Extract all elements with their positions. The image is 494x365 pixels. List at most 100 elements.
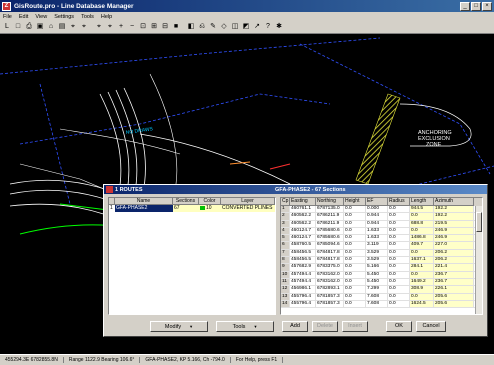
grid-cell[interactable]: 1649.2: [410, 278, 434, 286]
grid-cell[interactable]: 460562.2: [290, 220, 316, 227]
grid-cell[interactable]: 6785680.6: [316, 227, 344, 235]
grid-cell[interactable]: 460124.7: [290, 227, 316, 235]
grid-cell[interactable]: 460761.1: [290, 206, 316, 213]
grid-cell[interactable]: 1.633: [366, 227, 388, 235]
toolbar-tool-icon[interactable]: ⌖: [94, 22, 104, 32]
toolbar-tool-icon[interactable]: ⊡: [138, 22, 148, 32]
grid-cell[interactable]: 6784817.8: [316, 257, 344, 264]
grid-cell[interactable]: 221.4: [434, 264, 474, 271]
grid-cell[interactable]: 0.0: [344, 213, 366, 220]
table-row[interactable]: 5 460124.7 6785680.6 0.0 1.633 0.0 1486.8 246.9: [281, 235, 482, 243]
add-button[interactable]: Add: [282, 321, 308, 332]
toolbar-tool-icon[interactable]: +: [116, 22, 126, 32]
grid-cell[interactable]: 227.0: [434, 242, 474, 249]
grid-cell[interactable]: 0.000: [366, 206, 388, 213]
grid-cell[interactable]: 457682.9: [290, 264, 316, 271]
grid-cell[interactable]: 6783162.0: [316, 278, 344, 286]
grid-cell[interactable]: 7.299: [366, 286, 388, 293]
grid-cell[interactable]: 0.0: [388, 206, 410, 213]
grid-cell[interactable]: 0.0: [388, 293, 410, 300]
grid-cell[interactable]: 0.0: [388, 235, 410, 242]
map-canvas[interactable]: NO DRAWS ANCHORING EXCLUSION ZONE 1 ROUT…: [0, 34, 494, 354]
grid-cell[interactable]: 0.0: [388, 220, 410, 227]
grid-cell[interactable]: 206.2: [434, 257, 474, 264]
toolbar-tool-icon[interactable]: ■: [171, 22, 181, 32]
grid-cell[interactable]: 205.6: [434, 300, 474, 308]
grid-cell[interactable]: 6784817.8: [316, 249, 344, 257]
toolbar-tool-icon[interactable]: ⊟: [160, 22, 170, 32]
grid-cell[interactable]: 6786211.9: [316, 213, 344, 220]
grid-cell[interactable]: 192.2: [434, 206, 474, 213]
toolbar-tool-icon[interactable]: L: [2, 22, 12, 32]
grid-cell[interactable]: 6783375.0: [316, 264, 344, 271]
table-row[interactable]: 9 457682.9 6783375.0 0.0 5.166 0.0 284.1 221.4: [281, 264, 482, 272]
grid-cell[interactable]: 0.0: [344, 300, 366, 308]
grid-cell[interactable]: 460562.2: [290, 213, 316, 220]
grid-cell[interactable]: 458456.5: [290, 249, 316, 257]
delete-button[interactable]: Delete: [312, 321, 338, 332]
toolbar-tool-icon[interactable]: ✱: [274, 22, 284, 32]
toolbar-tool-icon[interactable]: ◧: [186, 22, 196, 32]
toolbar-tool-icon[interactable]: ⌖: [79, 22, 89, 32]
table-row[interactable]: 12 456986.1 6782893.1 0.0 7.299 0.0 308.9 226.1: [281, 286, 482, 294]
grid-cell[interactable]: 688.8: [410, 220, 434, 227]
grid-cell[interactable]: 0.0: [344, 293, 366, 300]
toolbar-tool-icon[interactable]: ▤: [57, 22, 67, 32]
grid-cell[interactable]: 0.0: [388, 278, 410, 286]
grid-cell[interactable]: 6783162.0: [316, 271, 344, 278]
grid-cell[interactable]: 6786211.9: [316, 220, 344, 227]
grid-scrollbar[interactable]: [475, 206, 482, 314]
grid-cell[interactable]: 0.944: [366, 213, 388, 220]
grid-cell[interactable]: 0.0: [344, 278, 366, 286]
grid-cell[interactable]: 0.0: [388, 264, 410, 271]
table-row[interactable]: 11 457494.4 6783162.0 0.0 5.450 0.0 1649.2 236.…: [281, 278, 482, 287]
grid-cell[interactable]: 0.0: [344, 227, 366, 235]
grid-cell[interactable]: 0.0: [388, 271, 410, 278]
grid-cell[interactable]: 0.0: [388, 286, 410, 293]
maximize-button[interactable]: □: [471, 1, 481, 11]
table-row[interactable]: 1 GFA-PHASE2 67 10 CONVERTED PLINES: [109, 205, 275, 212]
grid-cell[interactable]: 458760.5: [290, 242, 316, 249]
toolbar-tool-icon[interactable]: ⎙: [24, 22, 34, 32]
grid-cell[interactable]: 0.944: [366, 220, 388, 227]
close-button[interactable]: ×: [482, 1, 492, 11]
grid-cell[interactable]: 0.0: [388, 213, 410, 220]
grid-cell[interactable]: 1.633: [366, 235, 388, 242]
grid-cell[interactable]: 0.0: [410, 293, 434, 300]
grid-cell[interactable]: 6781857.3: [316, 293, 344, 300]
grid-cell[interactable]: 6787135.0: [316, 206, 344, 213]
toolbar-tool-icon[interactable]: ◩: [241, 22, 251, 32]
grid-cell[interactable]: 206.2: [434, 249, 474, 257]
toolbar-tool-icon[interactable]: ⊞: [149, 22, 159, 32]
grid-cell[interactable]: 7.608: [366, 293, 388, 300]
grid-cell[interactable]: 226.1: [434, 286, 474, 293]
grid-cell[interactable]: 944.5: [410, 206, 434, 213]
menu-tools[interactable]: Tools: [81, 14, 94, 20]
grid-cell[interactable]: 308.9: [410, 286, 434, 293]
grid-cell[interactable]: 236.7: [434, 278, 474, 286]
grid-cell[interactable]: 0.0: [344, 242, 366, 249]
toolbar-tool-icon[interactable]: ◫: [230, 22, 240, 32]
scrollbar-thumb[interactable]: [476, 212, 482, 232]
grid-cell[interactable]: 456986.1: [290, 286, 316, 293]
toolbar-tool-icon[interactable]: □: [13, 22, 23, 32]
grid-cell[interactable]: 5.450: [366, 278, 388, 286]
table-row[interactable]: 10 457494.4 6783162.0 0.0 5.450 0.0 0.0 236.7: [281, 271, 482, 279]
toolbar-tool-icon[interactable]: ⌖: [105, 22, 115, 32]
grid-cell[interactable]: 1624.5: [410, 300, 434, 308]
table-row[interactable]: 13 455796.4 6781857.3 0.0 7.608 0.0 0.0 205.6: [281, 293, 482, 301]
grid-cell[interactable]: 0.0: [388, 249, 410, 257]
toolbar-tool-icon[interactable]: ◇: [219, 22, 229, 32]
grid-cell[interactable]: 0.0: [344, 257, 366, 264]
toolbar-tool-icon[interactable]: ▣: [35, 22, 45, 32]
grid-cell[interactable]: 0.0: [344, 235, 366, 242]
grid-cell[interactable]: 455796.4: [290, 293, 316, 300]
insert-button[interactable]: Insert: [342, 321, 368, 332]
ok-button[interactable]: OK: [386, 321, 412, 332]
grid-cell[interactable]: 0.0: [410, 227, 434, 235]
grid-cell[interactable]: 3.529: [366, 257, 388, 264]
grid-cell[interactable]: 236.7: [434, 271, 474, 278]
table-row[interactable]: 3 460562.2 6786211.9 0.0 0.944 0.0 688.8 219.5: [281, 220, 482, 228]
table-row[interactable]: 14 455796.4 6781857.3 0.0 7.608 0.0 1624.5 205.…: [281, 300, 482, 309]
grid-cell[interactable]: 5.166: [366, 264, 388, 271]
